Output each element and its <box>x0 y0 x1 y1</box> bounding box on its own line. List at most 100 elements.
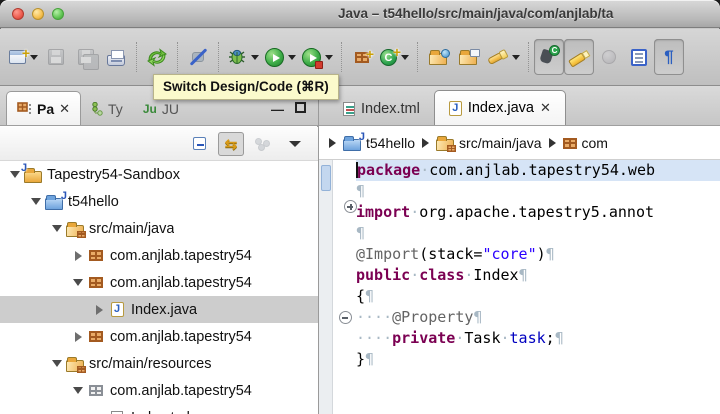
new-wizard-button[interactable]: + <box>6 39 41 75</box>
fold-gutter[interactable] <box>334 307 356 328</box>
annotation-ruler[interactable] <box>319 160 333 414</box>
tml-file-icon <box>111 410 123 414</box>
java-file-icon: J <box>448 100 462 116</box>
package-explorer-panel: Pa ✕ Ty Ju JU — ⇆ J Tapestry54-Sandbox J… <box>0 86 318 414</box>
breadcrumb-arrow-icon[interactable] <box>329 138 336 148</box>
src-folder-icon <box>66 221 86 238</box>
code-editor[interactable]: package·com.anjlab.tapestry54.web ¶ import… <box>319 160 720 414</box>
tab-type-hierarchy[interactable]: Ty <box>81 93 133 125</box>
expander-icon[interactable] <box>50 360 64 367</box>
title-bar[interactable]: Java – t54hello/src/main/java/com/anjlab… <box>0 0 720 28</box>
chevron-down-icon[interactable] <box>251 54 259 60</box>
tree-item[interactable]: src/main/resources <box>0 350 318 377</box>
code-line[interactable]: @Import(stack="core")¶ <box>334 244 720 265</box>
fold-gutter <box>334 265 356 286</box>
tree-item[interactable]: com.anjlab.tapestry54 <box>0 323 318 350</box>
link-with-editor-button[interactable]: ⇆ <box>218 131 244 156</box>
close-icon[interactable]: ✕ <box>59 101 70 117</box>
code-line[interactable]: public·class·Index¶ <box>334 265 720 286</box>
breadcrumb-item-package[interactable]: com <box>562 135 608 151</box>
editor-tab-bar: Index.tml J Index.java ✕ <box>319 86 720 126</box>
expander-icon[interactable] <box>71 387 85 394</box>
fold-collapse-icon[interactable] <box>338 311 352 324</box>
minimize-window-icon[interactable] <box>32 8 44 20</box>
fold-gutter <box>334 328 356 349</box>
tab-index-java[interactable]: J Index.java ✕ <box>433 90 566 125</box>
tree-item[interactable]: com.anjlab.tapestry54 <box>0 242 318 269</box>
code-line[interactable]: package·com.anjlab.tapestry54.web <box>334 160 720 181</box>
breadcrumb-arrow-icon[interactable] <box>422 138 430 148</box>
show-whitespace-toggle[interactable]: ¶ <box>654 39 684 75</box>
code-line[interactable]: ····private·Task·task;¶ <box>334 328 720 349</box>
tab-label: Index.java <box>467 100 534 116</box>
view-menu-button[interactable] <box>282 132 308 156</box>
tree-item[interactable]: J Tapestry54-Sandbox <box>0 161 318 188</box>
chevron-down-icon[interactable] <box>512 54 520 60</box>
disabled-tool-icon <box>602 50 616 64</box>
toolbar-separator <box>218 42 219 72</box>
tab-index-tml[interactable]: Index.tml <box>329 93 434 125</box>
expander-icon[interactable] <box>92 304 106 315</box>
junit-icon: Ju <box>142 102 157 116</box>
run-last-button[interactable] <box>299 39 336 75</box>
chevron-down-icon[interactable] <box>401 54 409 60</box>
search-button[interactable] <box>483 39 523 75</box>
chevron-down-icon[interactable] <box>288 54 296 60</box>
run-icon <box>265 47 284 67</box>
collapse-all-button[interactable] <box>186 132 212 156</box>
fold-expand-icon[interactable] <box>343 200 357 213</box>
highlighter-toggle[interactable] <box>564 39 594 75</box>
open-task-button[interactable] <box>423 39 453 75</box>
zoom-window-icon[interactable] <box>52 8 64 20</box>
code-line[interactable]: ¶ <box>334 223 720 244</box>
maximize-view-icon[interactable] <box>295 102 306 113</box>
code-line[interactable]: ¶ <box>334 181 720 202</box>
tab-label: Ty <box>108 101 123 117</box>
breadcrumb-arrow-icon[interactable] <box>548 138 556 148</box>
expander-icon[interactable] <box>50 225 64 232</box>
code-line[interactable]: import·org.apache.tapestry5.annot <box>334 200 720 223</box>
tree-item-label: Index.tml <box>131 410 190 414</box>
open-resource-button[interactable] <box>453 39 483 75</box>
close-window-icon[interactable] <box>12 8 24 20</box>
fold-gutter[interactable] <box>334 200 357 223</box>
breadcrumb-item-srcfolder[interactable]: src/main/java <box>436 135 542 152</box>
tab-package-explorer[interactable]: Pa ✕ <box>6 91 82 125</box>
tml-file-icon <box>343 102 355 116</box>
switch-design-code-button[interactable] <box>142 39 172 75</box>
tree-item[interactable]: com.anjlab.tapestry54 <box>0 269 318 296</box>
tree-item[interactable]: J Index.java <box>0 296 318 323</box>
run-button[interactable] <box>262 39 299 75</box>
tree-item-label: Index.java <box>131 301 198 318</box>
disabled-preview-button[interactable] <box>183 39 213 75</box>
mark-occurrences-toggle[interactable]: C <box>534 39 564 75</box>
expander-icon[interactable] <box>8 171 22 178</box>
disabled-tool-button[interactable] <box>594 39 624 75</box>
chevron-down-icon[interactable] <box>30 54 38 60</box>
print-button[interactable] <box>101 39 131 75</box>
new-java-project-button[interactable]: + <box>347 39 377 75</box>
tree-item[interactable]: com.anjlab.tapestry54 <box>0 377 318 404</box>
close-icon[interactable]: ✕ <box>540 100 551 116</box>
code-line[interactable]: ····@Property¶ <box>334 307 720 328</box>
tree-item-label: com.anjlab.tapestry54 <box>110 274 252 291</box>
expander-icon[interactable] <box>71 279 85 286</box>
expander-icon[interactable] <box>71 331 85 342</box>
show-source-element-button[interactable] <box>624 39 654 75</box>
code-line[interactable]: {¶ <box>334 286 720 307</box>
breadcrumb-item-project[interactable]: J t54hello <box>343 131 415 151</box>
toolbar-separator <box>528 42 529 72</box>
save-all-button[interactable] <box>71 39 101 75</box>
chevron-down-icon[interactable] <box>325 54 333 60</box>
tree-item[interactable]: src/main/java <box>0 215 318 242</box>
code-line[interactable]: }¶ <box>334 349 720 370</box>
focus-on-task-button[interactable] <box>250 132 276 156</box>
minimize-view-icon[interactable]: — <box>271 102 284 117</box>
debug-button[interactable] <box>224 39 262 75</box>
tree-item[interactable]: Jt54hello <box>0 188 318 215</box>
save-button[interactable] <box>41 39 71 75</box>
expander-icon[interactable] <box>71 250 85 261</box>
expander-icon[interactable] <box>29 198 43 205</box>
tree-item[interactable]: Index.tml <box>0 404 318 414</box>
new-class-button[interactable]: C + <box>377 39 412 75</box>
